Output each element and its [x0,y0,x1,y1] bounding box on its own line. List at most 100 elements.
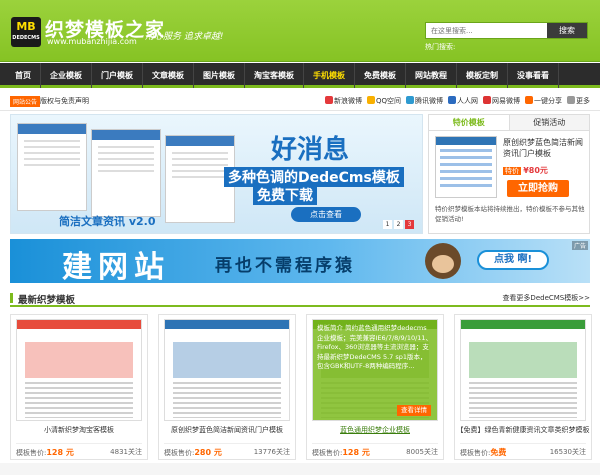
template-price: 280 元 [194,448,222,457]
promo-title[interactable]: 原创织梦蓝色简洁新闻资讯门户模板 [503,137,587,159]
price-value: ¥80元 [523,166,548,175]
logo-mark: MB [16,20,36,33]
thumb-block [25,342,133,378]
site-url: www.mubanzhijia.com [47,37,137,46]
template-title[interactable]: 【免费】绿色青新健康资讯文章类织梦模板 [455,425,591,435]
ad-mid-text: 再也不需程序猿 [215,256,355,276]
template-title[interactable]: 蓝色通用织梦企业模板 [307,425,443,435]
template-meta: 模板售价:128 元 8005关注 [312,443,438,457]
share-link[interactable]: QQ空间 [366,96,401,106]
thumb-lines [469,382,577,418]
thumb-header [17,320,141,329]
buy-now-button[interactable]: 立即抢购 [507,180,569,197]
banner-screenshot [17,123,87,211]
promo-panel: 特价模板 促销活动 原创织梦蓝色简洁新闻资讯门户模板 特价 ¥80元 立即抢购 特… [428,114,590,234]
nav-item[interactable]: 网站教程 [406,63,457,88]
template-title[interactable]: 小清新织梦淘宝客模板 [11,425,147,435]
template-meta: 模板售价:128 元 4831关注 [16,443,142,457]
thumb-header [461,320,585,329]
section-more-link[interactable]: 查看更多DedeCMS模板>> [502,293,590,303]
promo-tab[interactable]: 促销活动 [510,115,590,130]
template-meta: 模板售价:免费 16530关注 [460,443,586,457]
template-card[interactable]: 【免费】绿色青新健康资讯文章类织梦模板模板售价:免费 16530关注 [454,314,592,460]
notice-tag: 网站公告 [10,96,41,107]
promo-description: 特价织梦模板本站将持续推出，特价模板不参与其他促销活动! [435,205,585,223]
banner-page-dot[interactable]: 1 [383,220,392,229]
nav-item[interactable]: 首页 [6,63,41,88]
ad-big-text: 建网站 [62,250,170,283]
nav-item[interactable]: 门户模板 [92,63,143,88]
banner-page-dot[interactable]: 2 [394,220,403,229]
template-price: 128 元 [342,448,370,457]
banner-screenshot [91,129,161,217]
ad-tag: 广告 [571,241,588,250]
notice-link[interactable]: 版权与免责声明 [40,96,89,106]
logo-sub: DEDECMS [12,35,40,41]
template-thumbnail[interactable] [164,319,290,421]
slogan: 用心服务 追求卓越! [145,32,224,42]
site-header: MB DEDECMS 织梦模板之家 www.mubanzhijia.com 用心… [0,0,600,62]
sub-bar: 网站公告 版权与免责声明 新浪微博 QQ空间 腾讯微博 人人网 网易微博 一键分享 更多 [0,91,600,111]
share-icon [525,96,533,104]
promo-price: 特价 ¥80元 [503,165,548,176]
share-icon [366,96,375,104]
price-label: 模板售价: [164,449,195,457]
nav-item[interactable]: 没事看看 [508,63,559,88]
nav-item[interactable]: 淘宝客模板 [245,63,304,88]
promo-thumbnail[interactable] [435,136,497,198]
template-views: 4831关注 [110,448,142,456]
nav-list: 首页 企业模板 门户模板 文章模板 图片模板 淘宝客模板 手机模板 免费模板 网站教程 模板定制没… [0,63,600,88]
share-link[interactable]: 人人网 [448,96,478,106]
search-box: 搜索 [425,22,588,39]
section-header: 最新织梦模板 查看更多DedeCMS模板>> [10,289,590,307]
share-link[interactable]: 新浪微博 [324,96,362,106]
share-list: 新浪微博 QQ空间 腾讯微博 人人网 网易微博 一键分享 更多 [324,96,590,106]
template-price: 免费 [490,448,507,457]
search-input[interactable] [426,23,544,38]
hot-search-label: 热门搜索: [425,43,456,51]
ad-click-button[interactable]: 点我 啊! [477,250,549,270]
template-title[interactable]: 原创织梦蓝色简洁新闻资讯门户模板 [159,425,295,435]
nav-item[interactable]: 模板定制 [457,63,508,88]
template-thumbnail[interactable] [460,319,586,421]
section-title: 最新织梦模板 [18,295,76,306]
banner-page-dot[interactable]: 3 [405,220,414,229]
share-link[interactable]: 一键分享 [525,96,562,106]
template-card[interactable]: 原创织梦蓝色简洁新闻资讯门户模板模板售价:280 元 13776关注 [158,314,296,460]
share-link[interactable]: 腾讯微博 [406,96,443,106]
share-icon [567,96,575,104]
thumb-lines [25,382,133,418]
banner-line1: 多种色调的DedeCms模板 [224,167,404,187]
template-views: 8005关注 [406,448,438,456]
nav-item[interactable]: 手机模板 [304,63,355,88]
monkey-icon [425,243,461,279]
banner-product: 简洁文章资讯 v2.0 [59,215,156,228]
nav-item[interactable]: 企业模板 [41,63,92,88]
next-row-strip [0,463,600,475]
price-label: 模板售价: [460,449,491,457]
hero-banner[interactable]: 好消息 多种色调的DedeCms模板 免费下载 简洁文章资讯 v2.0 点击查看… [10,114,423,234]
nav-item[interactable]: 免费模板 [355,63,406,88]
share-link[interactable]: 更多 [567,96,590,106]
template-card[interactable]: 小清新织梦淘宝客模板 模板售价:128 元 4831关注 [10,314,148,460]
template-price: 128 元 [46,448,74,457]
template-intro-overlay: 模板简介 简约蓝色通用织梦dedecms企业模板；完美兼容IE6/7/8/9/1… [313,320,437,420]
promo-tab[interactable]: 特价模板 [429,115,510,130]
template-thumbnail[interactable]: 模板简介 简约蓝色通用织梦dedecms企业模板；完美兼容IE6/7/8/9/1… [312,319,438,421]
search-button[interactable]: 搜索 [547,23,587,38]
banner-headline: 好消息 [271,135,350,165]
nav-item[interactable]: 文章模板 [143,63,194,88]
banner-view-button[interactable]: 点击查看 [291,207,361,222]
share-icon [448,96,456,104]
template-views: 13776关注 [253,448,290,456]
nav-item[interactable]: 图片模板 [194,63,245,88]
template-views: 16530关注 [549,448,586,456]
share-link[interactable]: 网易微博 [483,96,520,106]
logo-icon[interactable]: MB DEDECMS [11,17,41,47]
template-thumbnail[interactable] [16,319,142,421]
view-details-button[interactable]: 查看详情 [397,404,431,416]
template-meta: 模板售价:280 元 13776关注 [164,443,290,457]
share-icon [324,96,333,104]
ad-banner[interactable]: 建网站 再也不需程序猿 点我 啊! 广告 [10,239,590,283]
template-card[interactable]: 模板简介 简约蓝色通用织梦dedecms企业模板；完美兼容IE6/7/8/9/1… [306,314,444,460]
